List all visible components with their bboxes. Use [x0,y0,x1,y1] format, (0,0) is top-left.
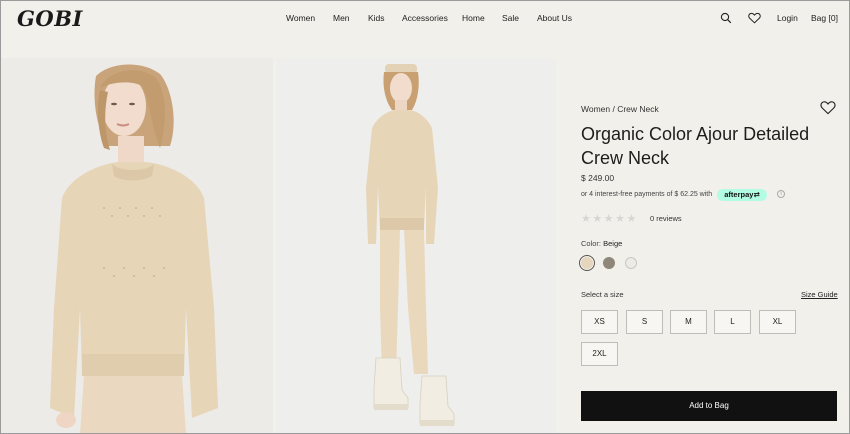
bag-link[interactable]: Bag [0] [811,13,838,23]
info-icon[interactable]: i [777,190,785,198]
star-icon: ★ [592,213,604,225]
search-icon[interactable] [720,12,732,26]
size-guide-link[interactable]: Size Guide [801,290,838,299]
site-header: GOBI Women Men Kids Accessories Home Sal… [0,0,850,38]
size-button-xl[interactable]: XL [759,310,796,334]
color-swatch-off-white[interactable] [625,257,637,269]
reviews-link[interactable]: 0 reviews [650,214,682,223]
wishlist-heart-icon[interactable] [748,12,761,26]
product-title: Organic Color Ajour Detailed Crew Neck [581,124,810,168]
size-button-s[interactable]: S [626,310,663,334]
size-button-m[interactable]: M [670,310,707,334]
star-icon: ★ [615,213,627,225]
nav-women[interactable]: Women [286,13,315,23]
nav-home[interactable]: Home [462,13,485,23]
color-label: Color: Beige [581,239,622,248]
afterpay-badge[interactable]: afterpay⇄ [717,189,767,201]
product-image-front[interactable] [0,58,273,434]
nav-accessories[interactable]: Accessories [402,13,448,23]
star-icon: ★ [581,213,593,225]
add-to-wishlist-heart-icon[interactable] [820,100,836,120]
size-prompt: Select a size [581,290,624,299]
nav-men[interactable]: Men [333,13,350,23]
selected-color-value: Beige [603,239,623,248]
star-icon: ★ [603,213,616,225]
installments-text: or 4 interest-free payments of $ 62.25 w… [581,191,713,198]
add-to-bag-button[interactable]: Add to Bag [581,391,837,421]
login-link[interactable]: Login [777,13,798,23]
size-button-2xl[interactable]: 2XL [581,342,618,366]
product-image-full-body[interactable] [276,58,556,434]
size-button-l[interactable]: L [714,310,751,334]
rating-stars[interactable]: ★★★★★ [581,212,638,225]
product-price: $ 249.00 [581,173,615,183]
star-icon: ★ [626,213,638,225]
color-label-prefix: Color: [581,239,602,248]
breadcrumb[interactable]: Women / Crew Neck [581,104,659,114]
nav-kids[interactable]: Kids [368,13,385,23]
color-swatch-beige[interactable] [581,257,593,269]
size-button-xs[interactable]: XS [581,310,618,334]
nav-sale[interactable]: Sale [502,13,519,23]
nav-about-us[interactable]: About Us [537,13,572,23]
color-swatch-taupe[interactable] [603,257,615,269]
afterpay-label: afterpay [724,190,754,199]
